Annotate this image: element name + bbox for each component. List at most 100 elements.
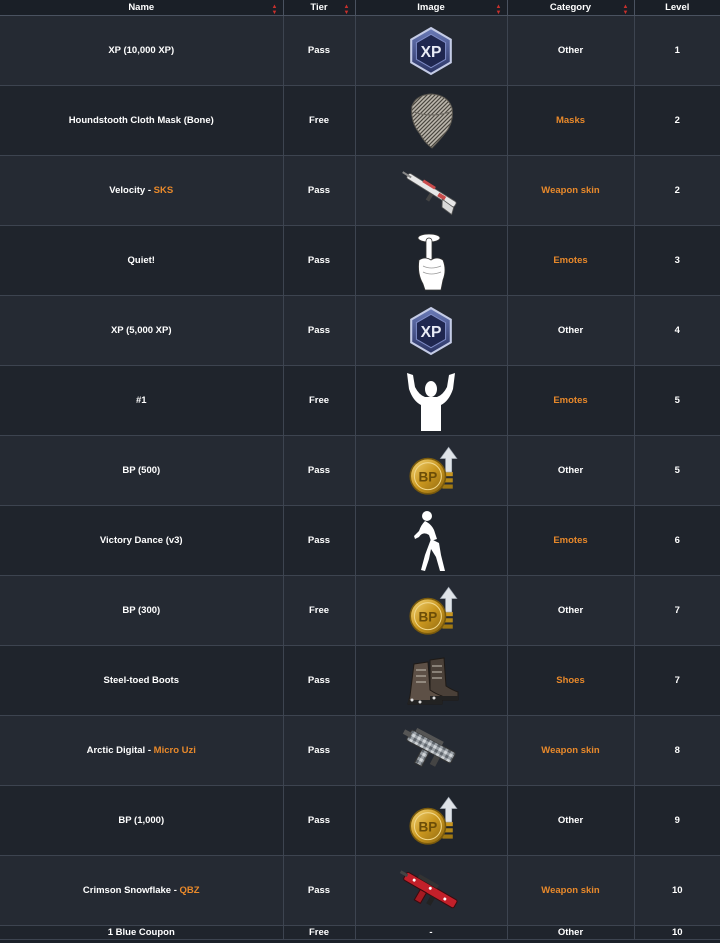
level-cell: 6 <box>634 505 720 576</box>
table-row: XP (5,000 XP) Pass Other 4 <box>0 295 720 366</box>
name-cell: XP (10,000 XP) <box>0 15 284 86</box>
category-cell: Shoes <box>507 645 635 716</box>
table-row: BP (1,000) Pass Other 9 <box>0 785 720 856</box>
battle-pass-rewards-table: Name ▲ ▼ Tier ▲ ▼ Image ▲ ▼ Category ▲ ▼ Level X… <box>0 0 720 940</box>
bp-coin-icon <box>409 445 458 495</box>
category-cell: Weapon skin <box>507 855 635 926</box>
image-cell <box>355 715 508 786</box>
level-cell: 2 <box>634 155 720 226</box>
boots-icon <box>407 656 459 704</box>
name-cell: BP (1,000) <box>0 785 284 856</box>
item-tier: Pass <box>307 675 331 686</box>
table-row: Crimson Snowflake - QBZ Pass Weapon skin… <box>0 855 720 926</box>
column-header-level-label: Level <box>665 2 690 13</box>
name-cell: Steel-toed Boots <box>0 645 284 716</box>
column-header-tier[interactable]: Tier ▲ ▼ <box>283 0 356 16</box>
image-cell <box>355 365 508 436</box>
item-level: 7 <box>674 605 680 616</box>
table-row: Victory Dance (v3) Pass Emotes 6 <box>0 505 720 576</box>
tier-cell: Free <box>283 365 356 436</box>
item-level: 9 <box>674 815 680 826</box>
category-cell: Weapon skin <box>507 715 635 786</box>
name-cell: Crimson Snowflake - QBZ <box>0 855 284 926</box>
item-tier: Pass <box>307 535 331 546</box>
sort-arrows-icon[interactable]: ▲ ▼ <box>623 4 629 16</box>
item-category[interactable]: Weapon skin <box>541 185 599 196</box>
column-header-image[interactable]: Image ▲ ▼ <box>355 0 508 16</box>
tier-cell: Pass <box>283 155 356 226</box>
table-row: Houndstooth Cloth Mask (Bone) Free Masks… <box>0 85 720 156</box>
item-name: #1 <box>135 395 147 406</box>
category-cell: Other <box>507 925 635 940</box>
weapon-link[interactable]: Micro Uzi <box>154 745 196 756</box>
shush-hand-icon <box>417 233 446 290</box>
image-cell <box>355 575 508 646</box>
column-header-tier-label: Tier <box>310 2 328 13</box>
item-tier: Pass <box>307 745 331 756</box>
column-header-name[interactable]: Name ▲ ▼ <box>0 0 284 16</box>
item-category[interactable]: Emotes <box>553 395 587 406</box>
category-cell: Weapon skin <box>507 155 635 226</box>
item-category: Other <box>557 927 584 938</box>
table-row: Steel-toed Boots Pass Shoes 7 <box>0 645 720 716</box>
item-name: BP (1,000) <box>118 815 165 826</box>
bp-coin-icon <box>409 795 458 845</box>
sort-arrows-icon[interactable]: ▲ ▼ <box>272 4 278 16</box>
level-cell: 1 <box>634 15 720 86</box>
table-row: BP (500) Pass Other 5 <box>0 435 720 506</box>
level-cell: 5 <box>634 435 720 506</box>
name-cell: 1 Blue Coupon <box>0 925 284 940</box>
image-cell <box>355 435 508 506</box>
xp-badge-icon <box>410 306 452 355</box>
column-header-image-label: Image <box>417 2 445 13</box>
name-cell: BP (300) <box>0 575 284 646</box>
item-category[interactable]: Shoes <box>556 675 585 686</box>
no-image-placeholder: - <box>429 927 433 938</box>
sort-arrows-icon[interactable]: ▲ ▼ <box>496 4 502 16</box>
bp-coin-icon <box>409 585 458 635</box>
level-cell: 10 <box>634 925 720 940</box>
item-name: 1 Blue Coupon <box>107 927 175 938</box>
item-category: Other <box>557 815 584 826</box>
item-category[interactable]: Emotes <box>553 535 587 546</box>
image-cell <box>355 505 508 576</box>
image-cell <box>355 225 508 296</box>
item-name: Steel-toed Boots <box>103 675 179 686</box>
category-cell: Emotes <box>507 505 635 576</box>
sort-arrows-icon[interactable]: ▲ ▼ <box>344 4 350 16</box>
item-level: 10 <box>671 885 683 896</box>
item-level: 2 <box>674 115 680 126</box>
name-cell: Quiet! <box>0 225 284 296</box>
tier-cell: Pass <box>283 295 356 366</box>
item-category: Other <box>557 45 584 56</box>
weapon-link[interactable]: QBZ <box>180 885 200 896</box>
item-category[interactable]: Weapon skin <box>541 885 599 896</box>
column-header-level[interactable]: Level <box>634 0 720 16</box>
level-cell: 9 <box>634 785 720 856</box>
item-name: Victory Dance (v3) <box>99 535 183 546</box>
item-tier: Pass <box>307 325 331 336</box>
item-level: 6 <box>674 535 680 546</box>
category-cell: Other <box>507 295 635 366</box>
table-row: BP (300) Free Other 7 <box>0 575 720 646</box>
item-category[interactable]: Masks <box>556 115 585 126</box>
category-cell: Emotes <box>507 365 635 436</box>
item-tier: Free <box>308 605 330 616</box>
name-separator: - <box>145 185 154 196</box>
item-level: 10 <box>671 927 683 938</box>
weapon-link[interactable]: SKS <box>154 185 174 196</box>
level-cell: 10 <box>634 855 720 926</box>
red-rifle-icon <box>399 869 458 908</box>
item-category[interactable]: Emotes <box>553 255 587 266</box>
item-level: 3 <box>674 255 680 266</box>
item-category[interactable]: Weapon skin <box>541 745 599 756</box>
name-cell: XP (5,000 XP) <box>0 295 284 366</box>
tier-cell: Pass <box>283 715 356 786</box>
tier-cell: Pass <box>283 505 356 576</box>
tier-cell: Free <box>283 575 356 646</box>
item-name: XP (10,000 XP) <box>108 45 175 56</box>
level-cell: 3 <box>634 225 720 296</box>
category-cell: Other <box>507 575 635 646</box>
column-header-category[interactable]: Category ▲ ▼ <box>507 0 635 16</box>
table-header-row: Name ▲ ▼ Tier ▲ ▼ Image ▲ ▼ Category ▲ ▼ Level <box>0 0 720 16</box>
